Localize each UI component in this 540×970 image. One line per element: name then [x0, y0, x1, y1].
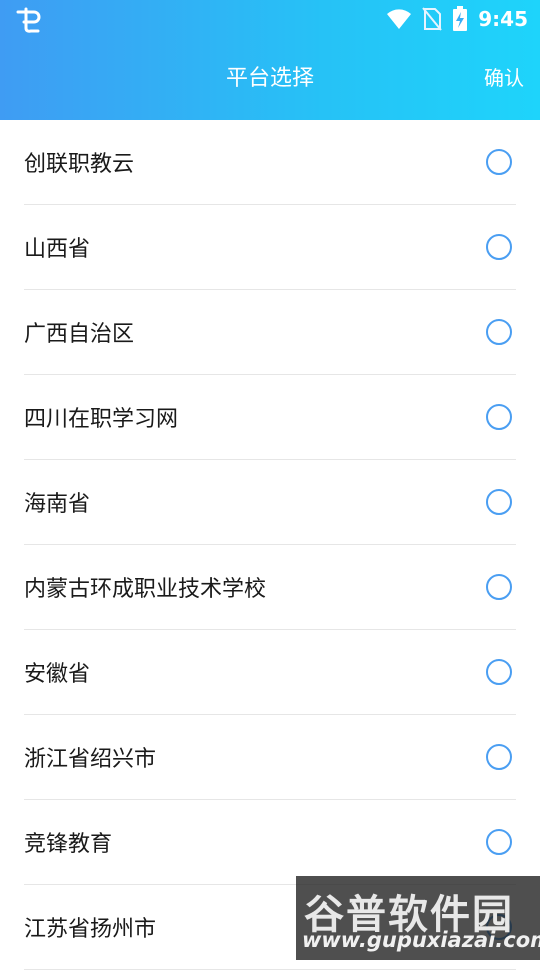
- watermark-site: www.gupuxiazai.com: [302, 928, 540, 952]
- confirm-button[interactable]: 确认: [484, 62, 524, 91]
- platform-label: 江苏省扬州市: [24, 917, 157, 942]
- platform-row[interactable]: 内蒙古环成职业技术学校: [24, 545, 516, 630]
- platform-row[interactable]: 安徽省: [24, 630, 516, 715]
- platform-label: 四川在职学习网: [24, 407, 179, 432]
- app-header: 9:45 平台选择 确认: [0, 0, 540, 120]
- platform-label: 创联职教云: [24, 152, 135, 177]
- platform-row[interactable]: 山西省: [24, 205, 516, 290]
- platform-label: 海南省: [24, 492, 91, 517]
- radio-button[interactable]: [486, 319, 512, 345]
- radio-button[interactable]: [486, 659, 512, 685]
- platform-row[interactable]: 竞锋教育: [24, 800, 516, 885]
- battery-charging-icon: [453, 6, 468, 31]
- radio-button[interactable]: [486, 404, 512, 430]
- platform-row[interactable]: 创联职教云: [24, 120, 516, 205]
- platform-row[interactable]: 海南省: [24, 460, 516, 545]
- radio-button[interactable]: [486, 744, 512, 770]
- radio-button[interactable]: [486, 489, 512, 515]
- platform-label: 广西自治区: [24, 322, 135, 347]
- platform-row[interactable]: 浙江省绍兴市: [24, 715, 516, 800]
- platform-row[interactable]: 广西自治区: [24, 290, 516, 375]
- app-logo-icon: [16, 7, 41, 33]
- platform-list: 创联职教云 山西省 广西自治区 四川在职学习网 海南省 内蒙古环成职业技术学校 …: [0, 120, 540, 970]
- no-sim-icon: [422, 7, 443, 31]
- wifi-icon: [387, 9, 412, 29]
- platform-label: 山西省: [24, 237, 91, 262]
- status-time: 9:45: [478, 7, 528, 31]
- watermark: 谷普软件园 www.gupuxiazai.com: [296, 876, 540, 960]
- platform-label: 内蒙古环成职业技术学校: [24, 577, 267, 602]
- radio-button[interactable]: [486, 149, 512, 175]
- platform-label: 竞锋教育: [24, 832, 113, 857]
- platform-label: 安徽省: [24, 662, 91, 687]
- radio-button[interactable]: [486, 829, 512, 855]
- radio-button[interactable]: [486, 574, 512, 600]
- status-bar: 9:45: [0, 0, 540, 40]
- platform-label: 浙江省绍兴市: [24, 747, 157, 772]
- radio-button[interactable]: [486, 234, 512, 260]
- page-title: 平台选择: [225, 66, 314, 91]
- platform-row[interactable]: 四川在职学习网: [24, 375, 516, 460]
